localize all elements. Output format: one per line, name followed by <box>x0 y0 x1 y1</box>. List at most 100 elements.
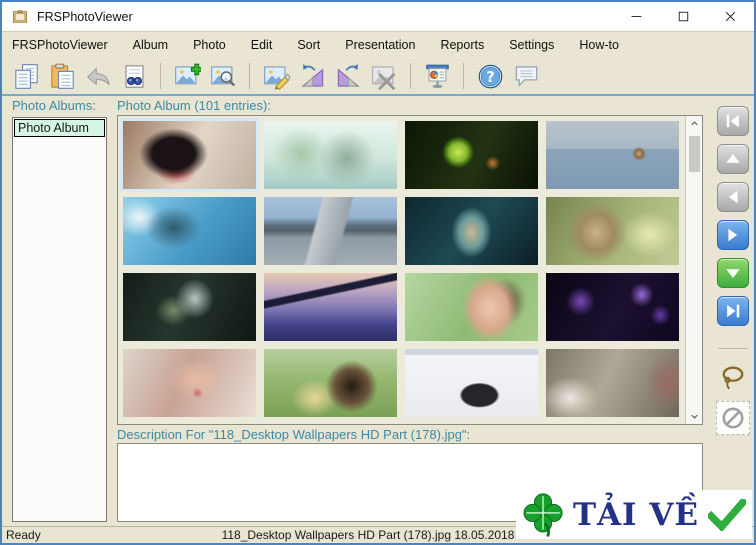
up-button[interactable] <box>717 144 749 174</box>
menu-bar: FRSPhotoViewer Album Photo Edit Sort Presenta… <box>2 32 754 58</box>
clover-icon <box>523 492 563 537</box>
thumbnail-green-fruit-branch[interactable] <box>405 121 538 189</box>
photo-albums-label: Photo Albums: <box>12 98 96 113</box>
last-icon <box>727 304 740 318</box>
minimize-icon <box>631 16 642 17</box>
preview-photo-button[interactable] <box>205 60 241 92</box>
app-icon <box>11 9 29 25</box>
undo-button[interactable] <box>80 60 116 92</box>
menu-item-settings[interactable]: Settings <box>507 35 556 55</box>
toolbar-separator <box>463 63 464 89</box>
first-icon <box>726 114 739 128</box>
next-button[interactable] <box>717 220 749 250</box>
right-toolbar-separator <box>718 348 748 349</box>
menu-item-edit[interactable]: Edit <box>249 35 275 55</box>
checkmark-icon <box>705 496 749 532</box>
rotate-left-icon <box>300 63 323 87</box>
toolbar-separator <box>249 63 250 89</box>
first-button[interactable] <box>717 106 749 136</box>
find-button[interactable] <box>116 60 152 92</box>
up-icon <box>726 154 740 163</box>
toolbar-separator <box>410 63 411 89</box>
thumbnail-anime-girl-headphones[interactable] <box>120 118 259 192</box>
copy-icon <box>14 63 38 89</box>
down-button[interactable] <box>717 258 749 288</box>
chevron-up-icon <box>690 121 698 126</box>
menu-item-how-to[interactable]: How-to <box>577 35 621 55</box>
menu-item-album[interactable]: Album <box>131 35 170 55</box>
thumbnail-highway-cars[interactable] <box>264 197 397 265</box>
rotate-right-icon <box>337 63 360 87</box>
app-icon <box>13 9 27 23</box>
undo-icon <box>86 66 110 86</box>
minimize-button[interactable] <box>613 2 660 31</box>
thumbnail-woman-portrait-green[interactable] <box>405 273 538 341</box>
lasso-button[interactable] <box>716 361 750 395</box>
thumbnail-suspension-bridge-dusk[interactable] <box>264 273 397 341</box>
menu-item-photo[interactable]: Photo <box>191 35 228 55</box>
last-button[interactable] <box>717 296 749 326</box>
edit-photo-button[interactable] <box>258 60 294 92</box>
delete-photo-icon <box>371 65 395 90</box>
edit-photo-icon <box>263 65 290 90</box>
title-bar: FRSPhotoViewer <box>2 2 754 32</box>
thumbnail-boat-at-sea[interactable] <box>546 121 679 189</box>
scrollbar-thumb[interactable] <box>688 136 700 172</box>
thumbnail-anime-girl-green[interactable] <box>546 197 679 265</box>
presentation-button[interactable] <box>419 60 455 92</box>
lasso-icon <box>722 366 744 390</box>
thumbnail-collie-dog-path[interactable] <box>264 349 397 417</box>
album-list[interactable]: Photo Album <box>12 117 107 522</box>
thumbnail-purple-flowers-dark[interactable] <box>546 273 679 341</box>
svg-text:?: ? <box>486 69 494 86</box>
thumbnail-woman-behind-net[interactable] <box>123 349 256 417</box>
find-icon <box>125 64 143 88</box>
delete-photo-button[interactable] <box>366 60 402 92</box>
description-label: Description For "118_Desktop Wallpapers … <box>117 427 471 442</box>
menu-item-sort[interactable]: Sort <box>295 35 322 55</box>
paste-icon <box>50 63 74 89</box>
album-list-item[interactable]: Photo Album <box>14 119 105 137</box>
help-button[interactable]: ? <box>472 60 508 92</box>
rotate-right-button[interactable] <box>330 60 366 92</box>
thumbnail-dark-winged-couple[interactable] <box>123 273 256 341</box>
clover-icon <box>522 492 564 538</box>
thumbnail-blue-fantasy-art[interactable] <box>123 197 256 265</box>
preview-photo-icon <box>210 65 235 86</box>
menu-item-frsphotoviewer[interactable]: FRSPhotoViewer <box>10 35 110 55</box>
thumbnail-tabby-cat-closeup[interactable] <box>546 349 679 417</box>
down-icon <box>726 269 740 278</box>
maximize-button[interactable] <box>660 2 707 31</box>
scroll-up-button[interactable] <box>687 116 702 131</box>
chevron-down-icon <box>690 414 698 419</box>
rotate-left-button[interactable] <box>294 60 330 92</box>
grid-label: Photo Album (101 entries): <box>117 98 271 113</box>
maximize-icon <box>678 11 689 22</box>
thumbnail-windows-app-screenshot[interactable] <box>405 349 538 417</box>
previous-icon <box>728 190 738 204</box>
close-button[interactable] <box>707 2 754 31</box>
scroll-down-button[interactable] <box>687 409 702 424</box>
menu-item-presentation[interactable]: Presentation <box>343 35 417 55</box>
right-toolbar <box>712 106 754 441</box>
grid-scrollbar[interactable] <box>685 116 702 424</box>
thumbnail-teal-fantasy-portrait[interactable] <box>405 197 538 265</box>
close-icon <box>725 11 736 22</box>
add-photo-icon <box>174 63 201 84</box>
comment-button[interactable] <box>508 60 544 92</box>
watermark-text: TẢI VỀ <box>572 496 700 533</box>
add-photo-button[interactable] <box>169 60 205 92</box>
copy-button[interactable] <box>8 60 44 92</box>
toolbar: ? <box>2 58 754 96</box>
window-controls <box>613 2 754 31</box>
window-title: FRSPhotoViewer <box>37 9 133 24</box>
no-tool-icon <box>722 407 744 429</box>
no-tool-button[interactable] <box>716 401 750 435</box>
previous-button[interactable] <box>717 182 749 212</box>
menu-item-reports[interactable]: Reports <box>438 35 486 55</box>
thumbnail-floating-islands[interactable] <box>264 121 397 189</box>
paste-button[interactable] <box>44 60 80 92</box>
toolbar-separator <box>160 63 161 89</box>
download-watermark: TẢI VỀ <box>516 490 752 539</box>
content-area: Photo Albums: Photo Album Photo Album (1… <box>2 96 754 526</box>
